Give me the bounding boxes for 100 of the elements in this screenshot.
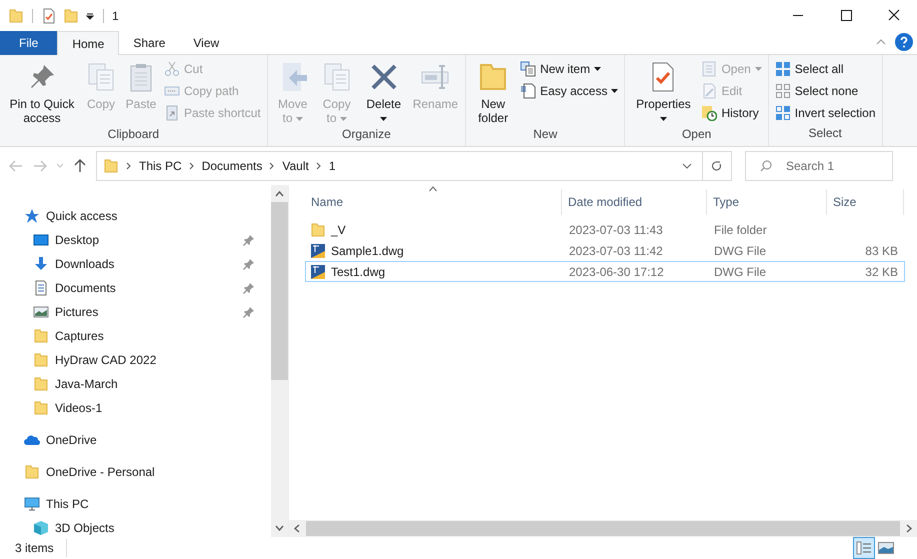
- caret-icon: [340, 116, 347, 121]
- column-header[interactable]: Date modified: [562, 189, 707, 215]
- group-label: Select: [808, 125, 842, 142]
- file-name: Test1.dwg: [331, 264, 386, 280]
- file-name: Sample1.dwg: [331, 242, 404, 260]
- column-header[interactable]: Name: [305, 189, 562, 215]
- date-cell-text: 2023-07-03 11:43: [568, 222, 664, 238]
- folder-icon: [33, 352, 49, 368]
- size-cell-text: 32 KB: [864, 264, 898, 280]
- scrollbar-thumb[interactable]: [271, 202, 288, 380]
- folder-icon: [8, 8, 24, 24]
- breadcrumb[interactable]: This PC: [139, 157, 182, 175]
- collapse-icon[interactable]: [875, 38, 887, 46]
- address-bar[interactable]: This PC Documents Vault 1: [96, 151, 732, 181]
- sidebar-item[interactable]: Desktop: [0, 228, 271, 252]
- sidebar-item[interactable]: Documents: [0, 276, 271, 300]
- properties-icon[interactable]: [41, 8, 57, 24]
- date-cell-text: 2023-06-30 17:12: [568, 264, 665, 280]
- drawing-file-icon: [310, 264, 326, 280]
- folder-icon: [33, 376, 49, 392]
- item-count: 3 items: [15, 539, 67, 557]
- breadcrumb[interactable]: Documents: [202, 157, 262, 175]
- size-cell-text: 83 KB: [864, 242, 898, 260]
- desktop-icon: [33, 232, 49, 248]
- sort-icon: [428, 186, 438, 192]
- shortcut-icon: [164, 104, 180, 120]
- image-icon: [33, 304, 49, 320]
- ribbon-tab[interactable]: View: [179, 31, 234, 55]
- open-icon: [701, 60, 718, 76]
- new-item-icon: [520, 60, 536, 76]
- ribbon-tab[interactable]: Share: [119, 31, 180, 55]
- caret-icon: [660, 116, 667, 121]
- search-icon: [760, 160, 772, 172]
- help-icon[interactable]: [895, 33, 913, 51]
- ribbon-button[interactable]: History: [699, 103, 764, 122]
- easy-access-icon: [520, 82, 536, 98]
- search-field[interactable]: Search 1: [745, 151, 893, 181]
- column-header[interactable]: Type: [707, 189, 827, 215]
- ribbon-button[interactable]: Select all: [772, 59, 878, 78]
- ribbon-button[interactable]: Pin to Quick access: [4, 55, 80, 125]
- star-icon: [24, 208, 40, 224]
- sidebar-item[interactable]: OneDrive - Personal: [0, 460, 271, 484]
- caret-icon: [380, 116, 388, 121]
- ribbon-button[interactable]: Delete: [360, 55, 408, 125]
- type-cell-text: DWG File: [713, 264, 767, 280]
- select-none-icon: [774, 82, 791, 98]
- details-view-button[interactable]: [853, 537, 875, 559]
- breadcrumb[interactable]: Vault: [282, 157, 309, 175]
- new-folder-icon: [63, 8, 79, 24]
- ribbon-button[interactable]: Invert selection: [772, 103, 878, 122]
- sidebar-item[interactable]: HyDraw CAD 2022: [0, 348, 271, 372]
- sidebar-item[interactable]: Pictures: [0, 300, 271, 324]
- scrollbar[interactable]: [271, 185, 288, 537]
- sidebar-item[interactable]: Java-March: [0, 372, 271, 396]
- breadcrumb[interactable]: 1: [328, 157, 336, 175]
- folder-icon: [24, 464, 40, 480]
- ribbon-button[interactable]: New folder: [470, 55, 516, 125]
- sidebar-item[interactable]: Quick access: [0, 204, 271, 228]
- chevron-icon: [126, 162, 132, 170]
- chevron-icon: [316, 162, 322, 170]
- history-icon: [701, 104, 718, 120]
- large-icons-view-icon: [878, 542, 894, 554]
- sidebar-item[interactable]: Captures: [0, 324, 271, 348]
- drawing-file-icon: [310, 242, 326, 258]
- file-row[interactable]: Sample1.dwg 2023-07-03 11:42 DWG File 83 KB: [305, 240, 905, 261]
- download-icon: [33, 256, 49, 272]
- edit-icon: [701, 82, 718, 98]
- column-header[interactable]: Size: [827, 189, 904, 215]
- group-label: Organize: [342, 126, 391, 143]
- ribbon-button[interactable]: Properties: [629, 55, 698, 125]
- group-label: Clipboard: [108, 126, 160, 143]
- chevron-icon: [188, 162, 195, 170]
- type-cell-text: File folder: [713, 222, 768, 238]
- up-icon[interactable]: [72, 158, 88, 174]
- ribbon-tab[interactable]: Home: [57, 31, 120, 55]
- ribbon-button[interactable]: New item: [518, 59, 620, 78]
- group-label: Open: [682, 126, 712, 143]
- dropdown-icon[interactable]: [85, 10, 95, 20]
- cube-icon: [33, 520, 49, 536]
- type-cell-text: DWG File: [713, 242, 767, 260]
- details-view-icon: [856, 541, 872, 555]
- file-row[interactable]: Test1.dwg 2023-06-30 17:12 DWG File 32 KB: [305, 261, 905, 282]
- sidebar-item[interactable]: Videos-1: [0, 396, 271, 420]
- sidebar-item[interactable]: OneDrive: [0, 428, 271, 452]
- date-cell-text: 2023-07-03 11:42: [568, 242, 664, 260]
- folder-icon: [33, 400, 49, 416]
- sidebar-item[interactable]: 3D Objects: [0, 516, 271, 540]
- group-label: New: [533, 126, 558, 143]
- ribbon-button[interactable]: Easy access: [518, 81, 620, 100]
- scrollbar-thumb[interactable]: [306, 521, 900, 536]
- ribbon-tab[interactable]: File: [0, 31, 58, 55]
- file-row[interactable]: _V 2023-07-03 11:43 File folder: [305, 219, 905, 240]
- sidebar-item[interactable]: Downloads: [0, 252, 271, 276]
- window-title: 1: [112, 8, 120, 24]
- horizontal-scrollbar[interactable]: [289, 520, 917, 537]
- folder-icon: [103, 158, 119, 174]
- ribbon-button[interactable]: Select none: [772, 81, 878, 100]
- sidebar-item[interactable]: This PC: [0, 492, 271, 516]
- caret-icon: [611, 88, 618, 92]
- invert-selection-icon: [774, 104, 791, 120]
